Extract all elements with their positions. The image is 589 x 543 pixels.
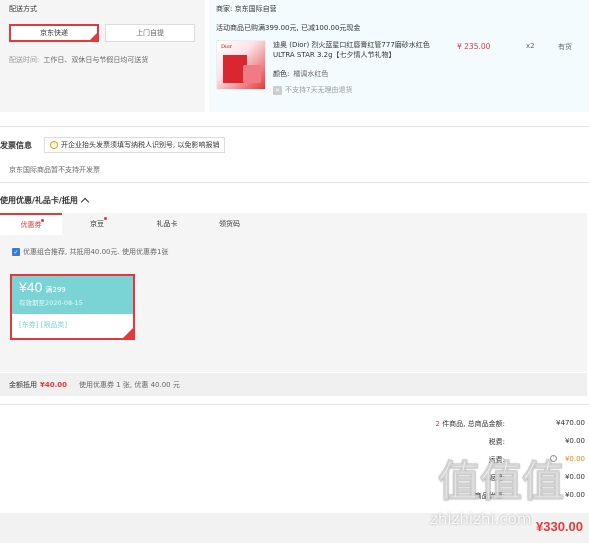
tax-label: 税费: [488, 438, 505, 446]
coupon-amount: ¥40 [19, 279, 43, 295]
summary-row-tax: 税费: ¥0.00 [385, 437, 585, 447]
order-summary: 2 件商品, 总商品金额: ¥470.00 税费: ¥0.00 运费: ! ¥0… [385, 419, 585, 511]
return-policy-icon: ✕ [273, 85, 282, 95]
discount-summary: 金额抵用 ¥40.00 使用优惠券 1 张, 优惠 40.00 元 [0, 373, 587, 396]
delivery-time: 配送时间: 工作日、双休日与节假日均可送货 [9, 55, 196, 65]
invoice-tip: ! 开企业抬头发票须填写纳税人识别号, 以免影响报销 [44, 137, 226, 153]
stock-status: 有货 [558, 43, 572, 51]
delivery-time-label: 配送时间: [9, 56, 40, 64]
items-label-text: 件商品, 总商品金额: [442, 420, 505, 428]
product-discount-label: 商品优惠: [474, 492, 505, 500]
promo-text: 活动商品已购满399.00元, 已减100.00元现金 [216, 24, 361, 32]
product-quantity: x2 [526, 42, 535, 50]
product-color: 颜色: 橘调水红色 [273, 69, 328, 79]
product-title[interactable]: 迪奥 (Dior) 烈火蓝星口红唇膏红管777磨砂水红色ULTRA STAR 3… [273, 40, 433, 60]
coupon-tabs: 优惠券 京豆 礼品卡 领货码 [0, 213, 587, 235]
delivery-time-value[interactable]: 工作日、双休日与节假日均可送货 [43, 56, 148, 64]
items-value: ¥470.00 [556, 419, 585, 427]
return-policy: ✕ 不支持7天无理由退货 [273, 85, 352, 95]
coupon-panel: ✓ 优惠组合推荐, 共抵用40.00元. 使用优惠券1张 ¥40 满299 有效期… [0, 235, 587, 372]
divider [0, 126, 589, 127]
info-icon[interactable]: ! [550, 455, 557, 462]
tab-redeem-code[interactable]: 领货码 [202, 213, 257, 235]
tax-value: ¥0.00 [564, 437, 585, 445]
summary-row-discount: 商品优惠: ¥0.00 [385, 491, 585, 501]
product-row: Dior 迪奥 (Dior) 烈火蓝星口红唇膏红管777磨砂水红色ULTRA S… [216, 40, 582, 102]
total-amount: ¥330.00 [536, 519, 583, 534]
shipping-label: 运费: [488, 456, 505, 464]
color-label: 颜色: [273, 70, 290, 78]
color-value: 橘调水红色 [293, 70, 329, 78]
product-image[interactable]: Dior [216, 40, 266, 90]
product-discount-value: ¥0.00 [564, 491, 585, 499]
tab-label: 领货码 [219, 220, 240, 228]
shipping-value: ¥0.00 [564, 455, 585, 463]
coupon-expiry: 有效期至2020-08-15 [19, 299, 83, 307]
lightbulb-icon: ! [50, 141, 58, 149]
coupon-card[interactable]: ¥40 满299 有效期至2020-08-15 [东券] [限品类] [10, 274, 135, 340]
delivery-title: 配送方式 [9, 5, 37, 13]
checkbox-checked-icon[interactable]: ✓ [12, 248, 20, 256]
new-dot-icon [104, 217, 107, 220]
divider [0, 404, 589, 405]
lipstick-case-shape [243, 65, 261, 83]
invoice-title: 发票信息 [0, 141, 32, 150]
combo-text: 优惠组合推荐, 共抵用40.00元. 使用优惠券1张 [23, 248, 169, 256]
store-name: 商家: 京东国际自营 [216, 5, 277, 13]
items-label: 2 件商品, 总商品金额: [435, 419, 505, 429]
delivery-panel: 配送方式 京东快递 上门自提 配送时间: 工作日、双休日与节假日均可送货 [0, 0, 205, 112]
coupon-condition: 满299 [45, 286, 66, 294]
store-panel: 商家: 京东国际自营 活动商品已购满399.00元, 已减100.00元现金 D… [209, 0, 589, 112]
summary-row-shipping: 运费: ! ¥0.00 [385, 455, 585, 465]
discount-value: ¥40.00 [40, 380, 68, 389]
self-pickup-button[interactable]: 上门自提 [105, 24, 195, 42]
shipping-options: 京东快递 上门自提 [9, 24, 196, 42]
coupon-section-toggle[interactable]: 使用优惠/礼品卡/抵用 [0, 195, 90, 207]
summary-row-cashback: 返现: ¥0.00 [385, 473, 585, 483]
items-count: 2 [435, 420, 440, 428]
coupon-used-text: 使用优惠券 1 张, 优惠 40.00 元 [79, 380, 180, 389]
tab-gift-card[interactable]: 礼品卡 [132, 213, 202, 235]
payment-footer: ¥330.00 [0, 513, 589, 543]
discount-label: 金额抵用 [9, 380, 37, 389]
coupon-tags: [东券] [限品类] [19, 321, 68, 329]
coupon-section-title: 使用优惠/礼品卡/抵用 [0, 196, 78, 205]
return-policy-text: 不支持7天无理由退货 [285, 86, 353, 94]
cashback-label: 返现: [488, 474, 505, 482]
selected-check-icon [123, 328, 133, 338]
tab-label: 礼品卡 [156, 220, 178, 228]
summary-row-items: 2 件商品, 总商品金额: ¥470.00 [385, 419, 585, 429]
divider [0, 182, 589, 183]
cashback-value: ¥0.00 [564, 473, 585, 481]
coupon-top: ¥40 满299 有效期至2020-08-15 [12, 276, 133, 314]
combo-recommend[interactable]: ✓ 优惠组合推荐, 共抵用40.00元. 使用优惠券1张 [12, 247, 168, 257]
invoice-note: 京东国际商品暂不支持开发票 [9, 166, 100, 174]
chevron-up-icon [80, 197, 90, 207]
jd-express-button[interactable]: 京东快递 [9, 24, 99, 42]
tab-coupons[interactable]: 优惠券 [0, 213, 62, 235]
product-price: ¥ 235.00 [457, 42, 491, 51]
invoice-tip-text: 开企业抬头发票须填写纳税人识别号, 以免影响报销 [61, 141, 220, 149]
tab-jd-beans[interactable]: 京豆 [62, 213, 132, 235]
tab-label: 京豆 [90, 220, 104, 228]
new-dot-icon [41, 219, 44, 222]
tab-label: 优惠券 [20, 221, 42, 229]
product-image-brand: Dior [221, 44, 233, 50]
